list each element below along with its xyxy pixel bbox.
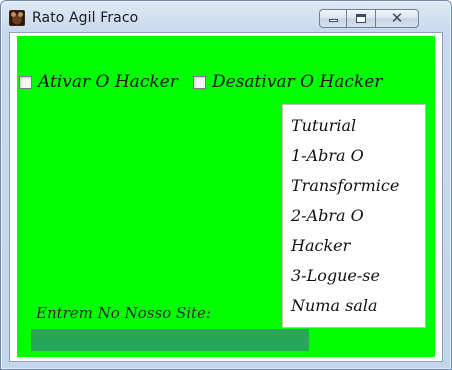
minimize-button[interactable] bbox=[319, 9, 347, 28]
minimize-icon bbox=[329, 19, 338, 22]
deactivate-checkbox-box[interactable] bbox=[193, 75, 206, 89]
activate-hacker-label: Ativar O Hacker bbox=[38, 72, 178, 92]
close-button[interactable]: ✕ bbox=[375, 9, 419, 28]
deactivate-hacker-label: Desativar O Hacker bbox=[212, 72, 383, 92]
caption-buttons: ✕ bbox=[319, 9, 419, 30]
window-title: Rato Agil Fraco bbox=[32, 10, 139, 26]
maximize-button[interactable] bbox=[346, 9, 376, 28]
tutorial-line: Tuturial bbox=[291, 116, 357, 135]
tutorial-textbox[interactable]: Tuturial 1-Abra O Transformice 2-Abra O … bbox=[282, 104, 426, 328]
close-icon: ✕ bbox=[390, 9, 404, 27]
rat-face-icon bbox=[9, 10, 25, 26]
tutorial-line: Transformice bbox=[291, 176, 400, 195]
site-url-field[interactable] bbox=[31, 329, 309, 351]
tutorial-line: 1-Abra O bbox=[291, 146, 364, 165]
title-bar[interactable]: Rato Agil Fraco ✕ bbox=[1, 1, 451, 33]
tutorial-line: 2-Abra O bbox=[291, 206, 364, 225]
activate-checkbox-box[interactable] bbox=[19, 75, 32, 89]
tutorial-line: Numa sala bbox=[291, 296, 378, 315]
maximize-icon bbox=[356, 14, 366, 23]
tutorial-line: Hacker bbox=[291, 236, 351, 255]
tutorial-line: 3-Logue-se bbox=[291, 266, 380, 285]
deactivate-hacker-checkbox[interactable]: Desativar O Hacker bbox=[193, 72, 382, 92]
activate-hacker-checkbox[interactable]: Ativar O Hacker bbox=[19, 72, 178, 92]
site-label: Entrem No Nosso Site: bbox=[36, 304, 211, 322]
